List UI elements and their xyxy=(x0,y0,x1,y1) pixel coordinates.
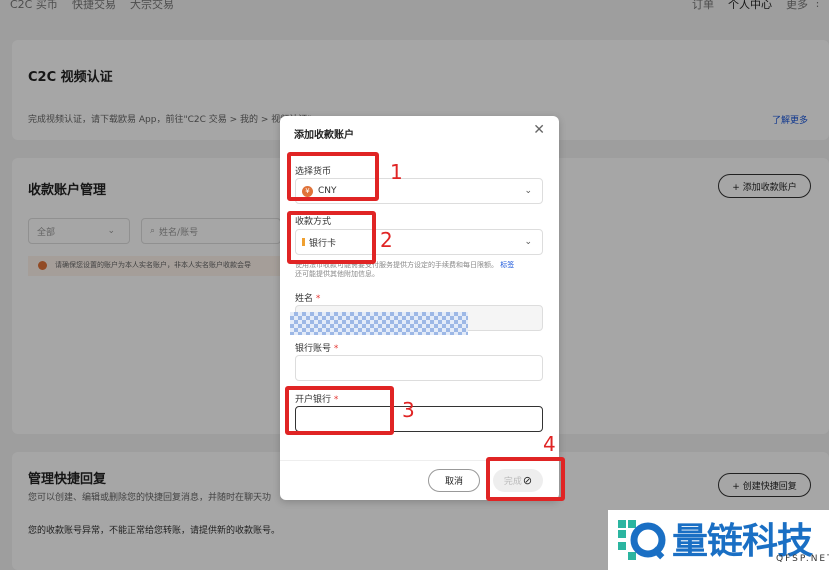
required-mark: * xyxy=(333,344,339,354)
brand-logo-icon xyxy=(618,520,666,560)
method-hint-link[interactable]: 标签 xyxy=(500,261,514,269)
required-mark: * xyxy=(315,294,321,304)
close-icon[interactable]: ✕ xyxy=(533,122,545,138)
annotation-number-4: 4 xyxy=(543,432,556,456)
annotation-box-method xyxy=(287,211,376,264)
account-number-input[interactable] xyxy=(295,355,543,381)
watermark: 量链科技 QFSP.NET xyxy=(608,510,829,570)
cancel-button[interactable]: 取消 xyxy=(428,469,480,492)
modal-title: 添加收款账户 xyxy=(294,130,354,141)
redacted-name-mosaic xyxy=(290,312,468,335)
chevron-down-icon: ⌄ xyxy=(524,237,532,247)
annotation-number-3: 3 xyxy=(402,398,415,422)
account-number-label-text: 银行账号 xyxy=(295,344,332,354)
annotation-box-bank xyxy=(285,386,394,435)
method-hint-text2: 还可能提供其他附加信息。 xyxy=(295,270,379,278)
name-label: 姓名 * xyxy=(295,291,320,304)
annotation-number-1: 1 xyxy=(390,160,403,184)
watermark-subtext: QFSP.NET xyxy=(776,554,829,564)
name-label-text: 姓名 xyxy=(295,294,314,304)
account-number-label: 银行账号 * xyxy=(295,341,338,354)
annotation-number-2: 2 xyxy=(380,228,393,252)
annotation-box-confirm xyxy=(486,457,565,501)
annotation-box-currency xyxy=(287,152,379,201)
chevron-down-icon: ⌄ xyxy=(524,186,532,196)
